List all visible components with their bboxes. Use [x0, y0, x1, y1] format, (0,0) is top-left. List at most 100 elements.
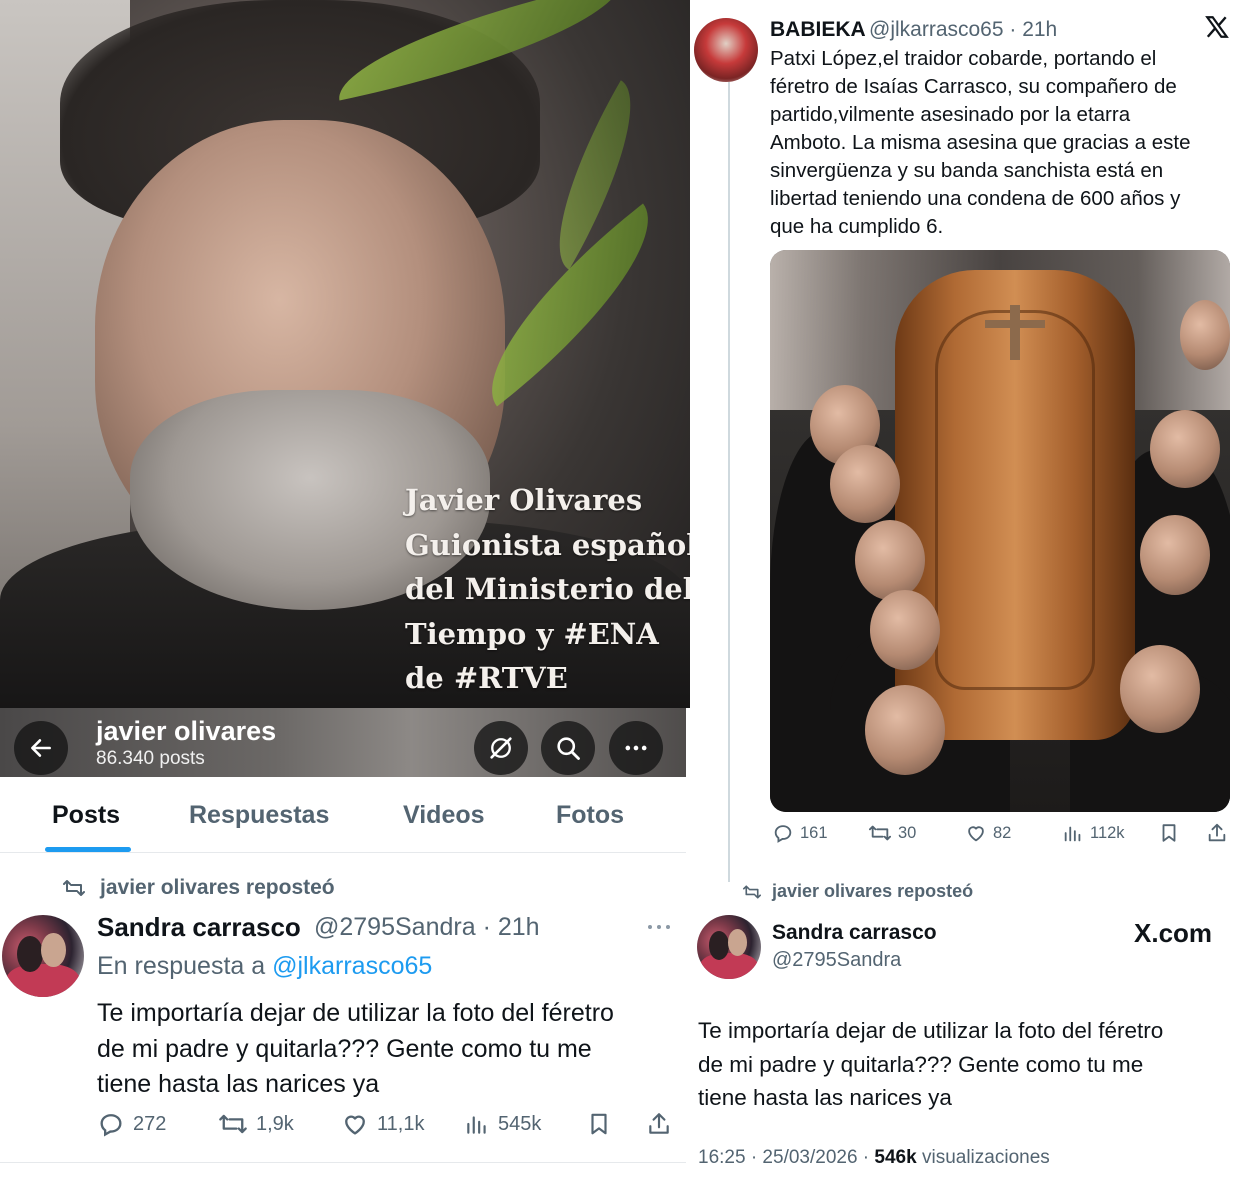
- views-count: 546k: [874, 1147, 917, 1168]
- person-head: [1140, 515, 1210, 595]
- bookmark-button[interactable]: [586, 1110, 612, 1138]
- active-tab-indicator: [45, 847, 131, 852]
- tweet-author-name[interactable]: BABIEKA: [770, 18, 866, 42]
- avatar[interactable]: [697, 915, 761, 979]
- tweet-author-name[interactable]: Sandra carrasco: [97, 912, 301, 943]
- reply-button[interactable]: 272: [97, 1110, 166, 1138]
- tweet-actions: 161 30 82 112k: [690, 822, 1242, 850]
- x-com-brand: X.com: [1134, 918, 1213, 948]
- tweet-dot: ·: [482, 913, 491, 941]
- tweet-handle-time[interactable]: @jlkarrasco65 · 21h: [869, 18, 1057, 42]
- repost-button[interactable]: 1,9k: [218, 1110, 294, 1138]
- views-button[interactable]: 112k: [1062, 822, 1125, 844]
- reply-count: 161: [800, 823, 828, 842]
- views-chart-icon: [1064, 826, 1081, 842]
- tweet-text: Patxi López,el traidor cobarde, portando…: [770, 45, 1190, 241]
- views-chart-icon: [467, 1116, 486, 1134]
- slash-circle-icon: [490, 737, 512, 759]
- tweet-time[interactable]: 21h: [498, 913, 540, 941]
- tweet-text-line: que ha cumplido 6.: [770, 215, 944, 238]
- repost-indicator: javier olivares reposteó: [742, 881, 973, 902]
- header-caption: Javier Olivares Guionista español del Mi…: [405, 478, 690, 701]
- repost-icon: [219, 1114, 247, 1134]
- reply-prefix: En respuesta a: [97, 952, 266, 980]
- reply-context: En respuesta a @jlkarrasco65: [97, 952, 432, 981]
- tab-fotos[interactable]: Fotos: [556, 801, 624, 830]
- more-dots-icon: [648, 925, 670, 929]
- tweet-text-line: libertad teniendo una condena de 600 año…: [770, 187, 1181, 210]
- tweet-timestamp-row: 16:25 · 25/03/2026 · 546k visualizacione…: [698, 1147, 1050, 1169]
- repost-count: 30: [898, 823, 917, 842]
- avatar[interactable]: [2, 915, 84, 997]
- tweet-text-line: Te importaría dejar de utilizar la foto …: [698, 1018, 1164, 1043]
- tweet-actions: 272 1,9k 11,1k 545k: [0, 1108, 686, 1142]
- tweet-text-line: féretro de Isaías Carrasco, su compañero…: [770, 75, 1177, 98]
- share-button[interactable]: [646, 1110, 672, 1138]
- bookmark-button[interactable]: [1158, 822, 1180, 844]
- tweet-text: Te importaría dejar de utilizar la foto …: [698, 1014, 1163, 1115]
- person-head: [1150, 410, 1220, 488]
- tweet-text-line: Te importaría dejar de utilizar la foto …: [97, 999, 614, 1027]
- header-caption-line: de #RTVE: [405, 661, 568, 695]
- repost-icon: [742, 884, 761, 899]
- like-count: 82: [993, 823, 1012, 842]
- header-caption-line: Tiempo y #ENA: [405, 616, 659, 651]
- tweet-more-button[interactable]: [645, 916, 673, 943]
- tweet-text-line: partido,vilmente asesinado por la etarra: [770, 103, 1131, 126]
- header-caption-line: Javier Olivares: [405, 483, 643, 517]
- share-icon: [1208, 823, 1226, 842]
- repost-icon: [869, 825, 891, 841]
- profile-tabs: Posts Respuestas Videos Fotos: [0, 777, 686, 853]
- reply-handle-link[interactable]: @jlkarrasco65: [272, 952, 432, 980]
- avatar[interactable]: [694, 18, 758, 82]
- tweet-text-line: sinvergüenza y su banda sanchista está e…: [770, 159, 1164, 182]
- tweet-timestamp[interactable]: 16:25 · 25/03/2026 ·: [698, 1147, 869, 1168]
- repost-button[interactable]: 30: [868, 822, 916, 844]
- like-button[interactable]: 82: [965, 822, 1011, 844]
- profile-header-image: Javier Olivares Guionista español del Mi…: [0, 0, 690, 708]
- bookmark-icon: [591, 1113, 607, 1135]
- repost-indicator: javier olivares reposteó: [62, 876, 335, 900]
- bookmark-icon: [1162, 824, 1176, 842]
- person-head: [870, 590, 940, 670]
- views-button[interactable]: 545k: [464, 1110, 541, 1138]
- more-dots-icon: [625, 745, 647, 751]
- comment-icon: [774, 825, 792, 843]
- tweet-handle[interactable]: @2795Sandra: [314, 913, 476, 941]
- tab-videos[interactable]: Videos: [403, 801, 485, 830]
- person-head: [855, 520, 925, 600]
- header-caption-line: Guionista español: [405, 527, 690, 562]
- tweet-photo-coffin[interactable]: [770, 250, 1230, 812]
- person-head: [1180, 300, 1230, 370]
- back-button[interactable]: [14, 721, 68, 775]
- heart-icon: [345, 1115, 365, 1135]
- share-button[interactable]: [1206, 822, 1228, 844]
- tweet-text-line: de mi padre y quitarla??? Gente como tu …: [97, 1034, 592, 1063]
- x-logo-icon: [1204, 14, 1230, 45]
- profile-posts-count: 86.340 posts: [96, 748, 205, 769]
- tab-respuestas[interactable]: Respuestas: [189, 801, 329, 830]
- tweet-text-line: Amboto. La misma asesina que gracias a e…: [770, 131, 1191, 154]
- tweet-text-line: tiene hasta las narices ya: [97, 1070, 380, 1098]
- reply-button[interactable]: 161: [772, 822, 828, 844]
- tweet-author-name[interactable]: Sandra carrasco: [772, 921, 937, 945]
- cross-icon: [1010, 305, 1020, 360]
- thread-connector: [728, 82, 730, 882]
- repost-label: javier olivares reposteó: [772, 881, 974, 901]
- more-options-button[interactable]: [609, 721, 663, 775]
- search-button[interactable]: [541, 721, 595, 775]
- left-profile-screenshot: Javier Olivares Guionista español del Mi…: [0, 0, 690, 1197]
- tab-posts[interactable]: Posts: [52, 801, 120, 830]
- tweet-text: Te importaría dejar de utilizar la foto …: [97, 996, 614, 1103]
- header-caption-line: del Ministerio del: [405, 572, 690, 606]
- repost-label: javier olivares reposteó: [100, 876, 335, 899]
- profile-top-bar: javier olivares 86.340 posts: [0, 708, 686, 777]
- person-head: [1120, 645, 1200, 733]
- views-label: visualizaciones: [921, 1147, 1050, 1168]
- tweet-author-handle[interactable]: @2795Sandra: [772, 949, 901, 972]
- right-tweet-screenshot: BABIEKA @jlkarrasco65 · 21h Patxi López,…: [690, 0, 1242, 1197]
- grok-button[interactable]: [474, 721, 528, 775]
- like-button[interactable]: 11,1k: [341, 1110, 424, 1138]
- views-count: 545k: [498, 1112, 542, 1135]
- person-head: [865, 685, 945, 775]
